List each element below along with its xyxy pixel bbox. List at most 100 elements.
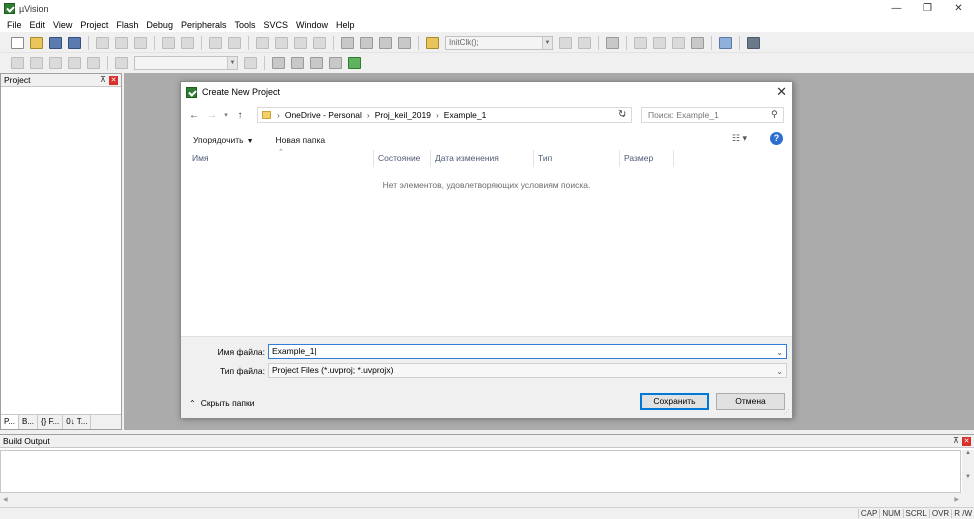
close-icon[interactable]: ✕: [962, 437, 971, 446]
scroll-right-icon[interactable]: ▶: [954, 496, 959, 503]
paste-icon[interactable]: [134, 36, 147, 49]
close-window-button[interactable]: ✕: [943, 0, 974, 17]
horizontal-scrollbar[interactable]: ◀ ▶: [0, 493, 962, 506]
search-input[interactable]: [641, 107, 784, 123]
target-options-icon[interactable]: [244, 57, 257, 69]
manage-project-icon[interactable]: [291, 57, 304, 69]
breadcrumb-example[interactable]: Example_1: [444, 110, 487, 120]
tab-books[interactable]: B...: [19, 415, 38, 429]
recent-locations-icon[interactable]: ▾: [221, 111, 231, 119]
menu-file[interactable]: File: [3, 20, 26, 30]
minimize-button[interactable]: —: [881, 0, 912, 17]
vertical-scrollbar[interactable]: ▲ ▼: [962, 450, 974, 507]
toolbar-separator: [201, 35, 202, 50]
undo-icon[interactable]: [162, 36, 175, 49]
tab-project[interactable]: P...: [1, 415, 19, 429]
navigate-forward-icon[interactable]: [228, 36, 241, 49]
forward-arrow-icon[interactable]: →: [203, 110, 221, 121]
pin-icon[interactable]: ⊼: [953, 436, 959, 445]
column-status[interactable]: Состояние: [374, 150, 431, 167]
view-options-icon[interactable]: ☷ ▾: [732, 133, 747, 144]
breakpoint-clear-icon[interactable]: [672, 36, 685, 49]
stop-build-icon[interactable]: [87, 57, 100, 69]
breakpoint-icon[interactable]: [634, 36, 647, 49]
menu-peripherals[interactable]: Peripherals: [177, 20, 231, 30]
clear-bookmarks-icon[interactable]: [313, 36, 326, 49]
new-folder-button[interactable]: Новая папка: [276, 135, 326, 145]
build-icon[interactable]: [30, 57, 43, 69]
bookmark-icon[interactable]: [256, 36, 269, 49]
menu-window[interactable]: Window: [292, 20, 332, 30]
next-bookmark-icon[interactable]: [294, 36, 307, 49]
back-arrow-icon[interactable]: ←: [185, 110, 203, 121]
new-file-icon[interactable]: [11, 36, 24, 49]
redo-icon[interactable]: [181, 36, 194, 49]
organize-menu[interactable]: Упорядочить ▼: [193, 135, 254, 145]
rebuild-icon[interactable]: [49, 57, 62, 69]
tab-templates[interactable]: 0↓ T...: [63, 415, 92, 429]
window-layout-icon[interactable]: [719, 36, 732, 49]
close-icon[interactable]: ✕: [776, 84, 787, 100]
search-icon[interactable]: ⚲: [771, 109, 778, 120]
menu-help[interactable]: Help: [332, 20, 359, 30]
select-packs-icon[interactable]: [310, 57, 323, 69]
translate-icon[interactable]: [11, 57, 24, 69]
resize-grip-icon[interactable]: ⋰: [783, 408, 790, 416]
open-file-icon[interactable]: [30, 36, 43, 49]
copy-icon[interactable]: [115, 36, 128, 49]
run-time-environment-icon[interactable]: [329, 57, 342, 69]
refresh-icon[interactable]: ↻: [618, 109, 626, 120]
find-icon[interactable]: [559, 36, 572, 49]
close-icon[interactable]: ✕: [109, 76, 118, 85]
menu-debug[interactable]: Debug: [142, 20, 177, 30]
find-in-files-icon[interactable]: [426, 36, 439, 49]
cut-icon[interactable]: [96, 36, 109, 49]
menu-tools[interactable]: Tools: [230, 20, 259, 30]
unindent-icon[interactable]: [360, 36, 373, 49]
column-name[interactable]: ⌃ Имя: [188, 149, 374, 167]
menu-view[interactable]: View: [49, 20, 76, 30]
target-select[interactable]: ▼: [134, 56, 238, 70]
incremental-find-icon[interactable]: [578, 36, 591, 49]
save-all-icon[interactable]: [68, 36, 81, 49]
download-icon[interactable]: [115, 57, 128, 69]
comment-icon[interactable]: [379, 36, 392, 49]
breadcrumb-proj-keil[interactable]: Proj_keil_2019: [375, 110, 431, 120]
breadcrumb-onedrive[interactable]: OneDrive - Personal: [285, 110, 362, 120]
tab-functions[interactable]: {} F...: [38, 415, 64, 429]
pack-installer-icon[interactable]: [348, 57, 361, 69]
address-bar[interactable]: › OneDrive - Personal › Proj_keil_2019 ›…: [257, 107, 632, 123]
hide-folders-toggle[interactable]: ⌃ Скрыть папки: [189, 398, 254, 408]
filename-field[interactable]: Example_1| ⌄: [268, 344, 787, 359]
save-icon[interactable]: [49, 36, 62, 49]
scroll-left-icon[interactable]: ◀: [3, 496, 8, 503]
help-icon[interactable]: ?: [770, 132, 783, 145]
find-combo[interactable]: InitClk(); ▼: [445, 35, 553, 50]
build-output-text[interactable]: [0, 450, 961, 493]
restore-button[interactable]: ❐: [912, 0, 943, 17]
organize-label: Упорядочить: [193, 134, 244, 145]
column-size[interactable]: Размер: [620, 150, 674, 167]
configure-icon[interactable]: [747, 36, 760, 49]
cancel-button[interactable]: Отмена: [716, 393, 785, 410]
menu-svcs[interactable]: SVCS: [260, 20, 293, 30]
filetype-select[interactable]: Project Files (*.uvproj; *.uvprojx) ⌄: [268, 363, 787, 378]
file-extensions-icon[interactable]: [272, 57, 285, 69]
indent-icon[interactable]: [341, 36, 354, 49]
menu-project[interactable]: Project: [76, 20, 112, 30]
prev-bookmark-icon[interactable]: [275, 36, 288, 49]
column-date-modified[interactable]: Дата изменения: [431, 150, 534, 167]
up-arrow-icon[interactable]: ↑: [231, 110, 249, 121]
menu-flash[interactable]: Flash: [112, 20, 142, 30]
pin-icon[interactable]: ⊼: [100, 75, 106, 84]
navigate-back-icon[interactable]: [209, 36, 222, 49]
zoom-icon[interactable]: [606, 36, 619, 49]
uncomment-icon[interactable]: [398, 36, 411, 49]
chevron-down-icon[interactable]: ⌄: [776, 346, 783, 359]
breakpoint-disable-icon[interactable]: [653, 36, 666, 49]
column-type[interactable]: Тип: [534, 150, 620, 167]
batch-build-icon[interactable]: [68, 57, 81, 69]
save-button[interactable]: Сохранить: [640, 393, 709, 410]
breakpoint-kill-icon[interactable]: [691, 36, 704, 49]
menu-edit[interactable]: Edit: [26, 20, 50, 30]
